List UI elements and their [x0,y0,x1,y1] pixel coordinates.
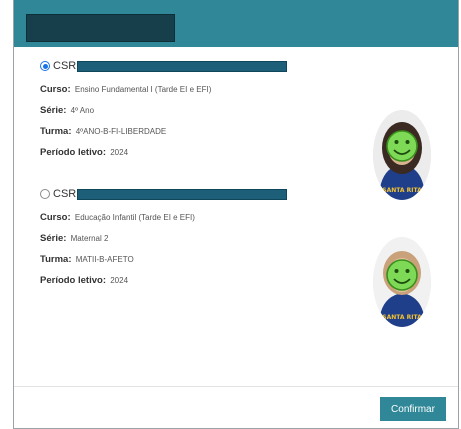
course-field: Curso: Ensino Fundamental I (Tarde EI e … [40,84,440,95]
student-radio[interactable] [40,189,50,199]
student-name-prefix: CSR [53,60,77,72]
class-label: Turma: [40,126,72,137]
grade-value: Maternal 2 [70,234,109,243]
confirm-button[interactable]: Confirmar [380,397,446,421]
class-value: 4ºANO-B-FI-LIBERDADE [75,127,167,136]
grade-label: Série: [40,105,67,116]
svg-text:SANTA RITA: SANTA RITA [382,314,422,321]
period-value: 2024 [110,276,129,285]
period-label: Período letivo: [40,275,106,286]
period-value: 2024 [110,148,129,157]
grade-label: Série: [40,233,67,244]
redacted-student-name [77,188,288,200]
grade-field: Série: Maternal 2 [40,233,440,244]
class-value: MATII-B-AFETO [75,255,134,264]
student-name-row[interactable]: CSR [40,186,440,202]
student-name-row[interactable]: CSR [40,58,440,74]
course-label: Curso: [40,212,71,223]
footer-divider [14,386,458,387]
course-value: Ensino Fundamental I (Tarde EI e EFI) [74,85,212,94]
course-value: Educação Infantil (Tarde EI e EFI) [74,213,195,222]
student-photo: SANTA RITA [373,237,431,327]
student-select-modal: CSR Curso: Ensino Fundamental I (Tarde E… [13,0,459,429]
course-label: Curso: [40,84,71,95]
period-label: Período letivo: [40,147,106,158]
redacted-student-name [77,60,288,72]
grade-field: Série: 4º Ano [40,105,440,116]
redacted-title [26,14,175,42]
student-name-prefix: CSR [53,188,77,200]
course-field: Curso: Educação Infantil (Tarde EI e EFI… [40,212,440,223]
modal-header [14,0,458,47]
student-photo-image: SANTA RITA [373,237,431,327]
student-radio-selected[interactable] [40,61,50,71]
grade-value: 4º Ano [70,106,95,115]
class-label: Turma: [40,254,72,265]
